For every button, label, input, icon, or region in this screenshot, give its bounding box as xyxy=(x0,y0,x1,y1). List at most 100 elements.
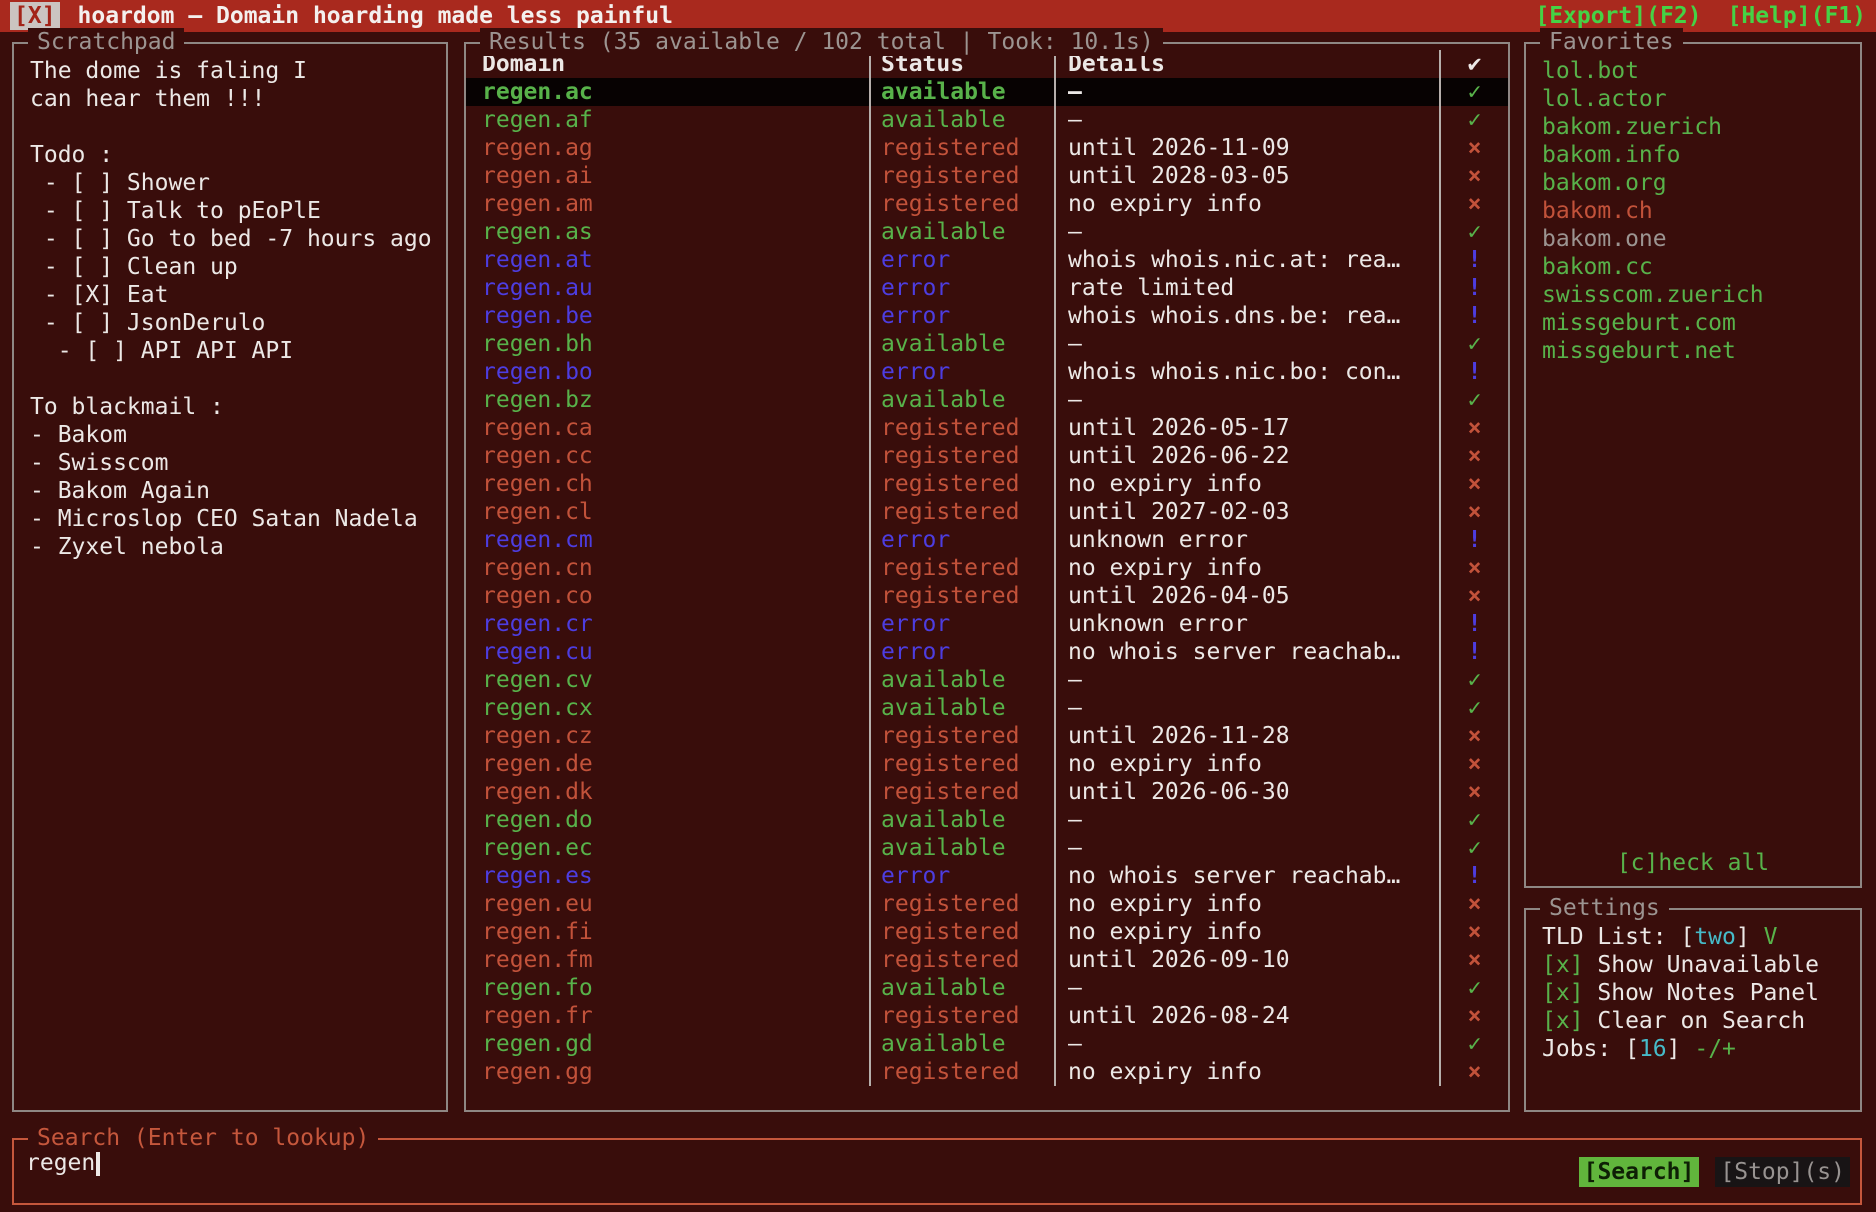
favorite-item[interactable]: bakom.cc xyxy=(1542,253,1856,281)
table-row[interactable]: regen.bz available – ✓ xyxy=(466,386,1508,414)
stop-button[interactable]: [Stop](s) xyxy=(1715,1157,1850,1187)
domain-cell: regen.bh xyxy=(466,330,871,358)
checkbox-show-notes-panel[interactable]: [x] Show Notes Panel xyxy=(1542,979,1856,1007)
scratchpad-editor[interactable]: The dome is faling I can hear them !!! T… xyxy=(14,44,446,561)
favorite-item[interactable]: bakom.info xyxy=(1542,141,1856,169)
table-row[interactable]: regen.am registered no expiry info × xyxy=(466,190,1508,218)
domain-cell: regen.fi xyxy=(466,918,871,946)
details-cell: no expiry info xyxy=(1056,554,1441,582)
table-row[interactable]: regen.co registered until 2026-04-05 × xyxy=(466,582,1508,610)
table-row[interactable]: regen.as available – ✓ xyxy=(466,218,1508,246)
favorite-item[interactable]: bakom.org xyxy=(1542,169,1856,197)
jobs-bracket: ] xyxy=(1667,1036,1695,1062)
table-row[interactable]: regen.cc registered until 2026-06-22 × xyxy=(466,442,1508,470)
table-row[interactable]: regen.ag registered until 2026-11-09 × xyxy=(466,134,1508,162)
status-cell: error xyxy=(871,862,1056,890)
tld-list-value: two xyxy=(1694,924,1736,950)
domain-cell: regen.af xyxy=(466,106,871,134)
table-row[interactable]: regen.af available – ✓ xyxy=(466,106,1508,134)
close-button[interactable]: [X] xyxy=(10,2,60,30)
status-mark-icon: × xyxy=(1441,750,1508,778)
scratchpad-line: To blackmail : xyxy=(30,393,442,421)
table-row[interactable]: regen.fm registered until 2026-09-10 × xyxy=(466,946,1508,974)
table-row[interactable]: regen.at error whois whois.nic.at: rea… … xyxy=(466,246,1508,274)
favorite-item[interactable]: missgeburt.net xyxy=(1542,337,1856,365)
tld-list-dropdown[interactable]: TLD List: [two] V xyxy=(1542,923,1856,951)
favorite-item[interactable]: lol.actor xyxy=(1542,85,1856,113)
favorite-item[interactable]: bakom.zuerich xyxy=(1542,113,1856,141)
details-cell: until 2026-05-17 xyxy=(1056,414,1441,442)
jobs-stepper[interactable]: Jobs: [16] -/+ xyxy=(1542,1035,1856,1063)
table-row[interactable]: regen.ac available – ✓ xyxy=(466,78,1508,106)
scratchpad-line: - Swisscom xyxy=(30,449,442,477)
table-row[interactable]: regen.ca registered until 2026-05-17 × xyxy=(466,414,1508,442)
checkbox-clear-on-search[interactable]: [x] Clear on Search xyxy=(1542,1007,1856,1035)
table-row[interactable]: regen.es error no whois server reachab… … xyxy=(466,862,1508,890)
table-row[interactable]: regen.cv available – ✓ xyxy=(466,666,1508,694)
domain-cell: regen.ac xyxy=(466,78,871,106)
table-row[interactable]: regen.ai registered until 2028-03-05 × xyxy=(466,162,1508,190)
domain-cell: regen.be xyxy=(466,302,871,330)
table-row[interactable]: regen.cz registered until 2026-11-28 × xyxy=(466,722,1508,750)
status-cell: registered xyxy=(871,890,1056,918)
jobs-value: 16 xyxy=(1639,1036,1667,1062)
search-input-value: regen xyxy=(26,1150,95,1176)
table-row[interactable]: regen.bh available – ✓ xyxy=(466,330,1508,358)
scratchpad-line xyxy=(30,365,442,393)
table-row[interactable]: regen.de registered no expiry info × xyxy=(466,750,1508,778)
jobs-minus-plus-controls: -/+ xyxy=(1694,1036,1736,1062)
table-row[interactable]: regen.fr registered until 2026-08-24 × xyxy=(466,1002,1508,1030)
help-button[interactable]: [Help](F1) xyxy=(1728,3,1866,29)
status-cell: available xyxy=(871,834,1056,862)
table-row[interactable]: regen.dk registered until 2026-06-30 × xyxy=(466,778,1508,806)
favorite-item[interactable]: lol.bot xyxy=(1542,57,1856,85)
status-mark-icon: × xyxy=(1441,890,1508,918)
table-row[interactable]: regen.eu registered no expiry info × xyxy=(466,890,1508,918)
table-row[interactable]: regen.cm error unknown error ! xyxy=(466,526,1508,554)
favorite-item[interactable]: bakom.one xyxy=(1542,225,1856,253)
table-row[interactable]: regen.gg registered no expiry info × xyxy=(466,1058,1508,1086)
status-cell: registered xyxy=(871,134,1056,162)
settings-panel: Settings TLD List: [two] V [x] Show Unav… xyxy=(1524,908,1862,1112)
status-mark-icon: ! xyxy=(1441,526,1508,554)
details-cell: until 2026-11-09 xyxy=(1056,134,1441,162)
domain-cell: regen.gg xyxy=(466,1058,871,1086)
scratchpad-line: - [ ] JsonDerulo xyxy=(30,309,442,337)
scratchpad-panel-title: Scratchpad xyxy=(28,28,184,56)
domain-cell: regen.co xyxy=(466,582,871,610)
favorite-item[interactable]: bakom.ch xyxy=(1542,197,1856,225)
table-row[interactable]: regen.cr error unknown error ! xyxy=(466,610,1508,638)
status-mark-icon: ✓ xyxy=(1441,218,1508,246)
checkbox-checked-icon: [x] xyxy=(1542,980,1584,1006)
status-mark-icon: ! xyxy=(1441,610,1508,638)
table-row[interactable]: regen.ec available – ✓ xyxy=(466,834,1508,862)
search-button-group: [Search] [Stop](s) xyxy=(1579,1157,1850,1187)
table-row[interactable]: regen.cu error no whois server reachab… … xyxy=(466,638,1508,666)
export-button[interactable]: [Export](F2) xyxy=(1535,3,1701,29)
table-row[interactable]: regen.cl registered until 2027-02-03 × xyxy=(466,498,1508,526)
status-cell: registered xyxy=(871,442,1056,470)
table-row[interactable]: regen.au error rate limited ! xyxy=(466,274,1508,302)
checkbox-show-unavailable[interactable]: [x] Show Unavailable xyxy=(1542,951,1856,979)
favorite-item[interactable]: swisscom.zuerich xyxy=(1542,281,1856,309)
status-mark-icon: × xyxy=(1441,778,1508,806)
status-cell: registered xyxy=(871,778,1056,806)
table-row[interactable]: regen.do available – ✓ xyxy=(466,806,1508,834)
table-row[interactable]: regen.ch registered no expiry info × xyxy=(466,470,1508,498)
table-row[interactable]: regen.fo available – ✓ xyxy=(466,974,1508,1002)
search-button[interactable]: [Search] xyxy=(1579,1157,1700,1187)
details-cell: until 2026-06-22 xyxy=(1056,442,1441,470)
table-row[interactable]: regen.bo error whois whois.nic.bo: con… … xyxy=(466,358,1508,386)
checkbox-label: Show Unavailable xyxy=(1584,952,1819,978)
details-cell: no expiry info xyxy=(1056,890,1441,918)
status-cell: registered xyxy=(871,414,1056,442)
table-row[interactable]: regen.fi registered no expiry info × xyxy=(466,918,1508,946)
check-all-button[interactable]: [c]heck all xyxy=(1526,850,1860,876)
table-row[interactable]: regen.gd available – ✓ xyxy=(466,1030,1508,1058)
table-row[interactable]: regen.cx available – ✓ xyxy=(466,694,1508,722)
search-panel-title: Search (Enter to lookup) xyxy=(28,1124,378,1152)
table-row[interactable]: regen.be error whois whois.dns.be: rea… … xyxy=(466,302,1508,330)
table-row[interactable]: regen.cn registered no expiry info × xyxy=(466,554,1508,582)
favorite-item[interactable]: missgeburt.com xyxy=(1542,309,1856,337)
details-cell: – xyxy=(1056,834,1441,862)
